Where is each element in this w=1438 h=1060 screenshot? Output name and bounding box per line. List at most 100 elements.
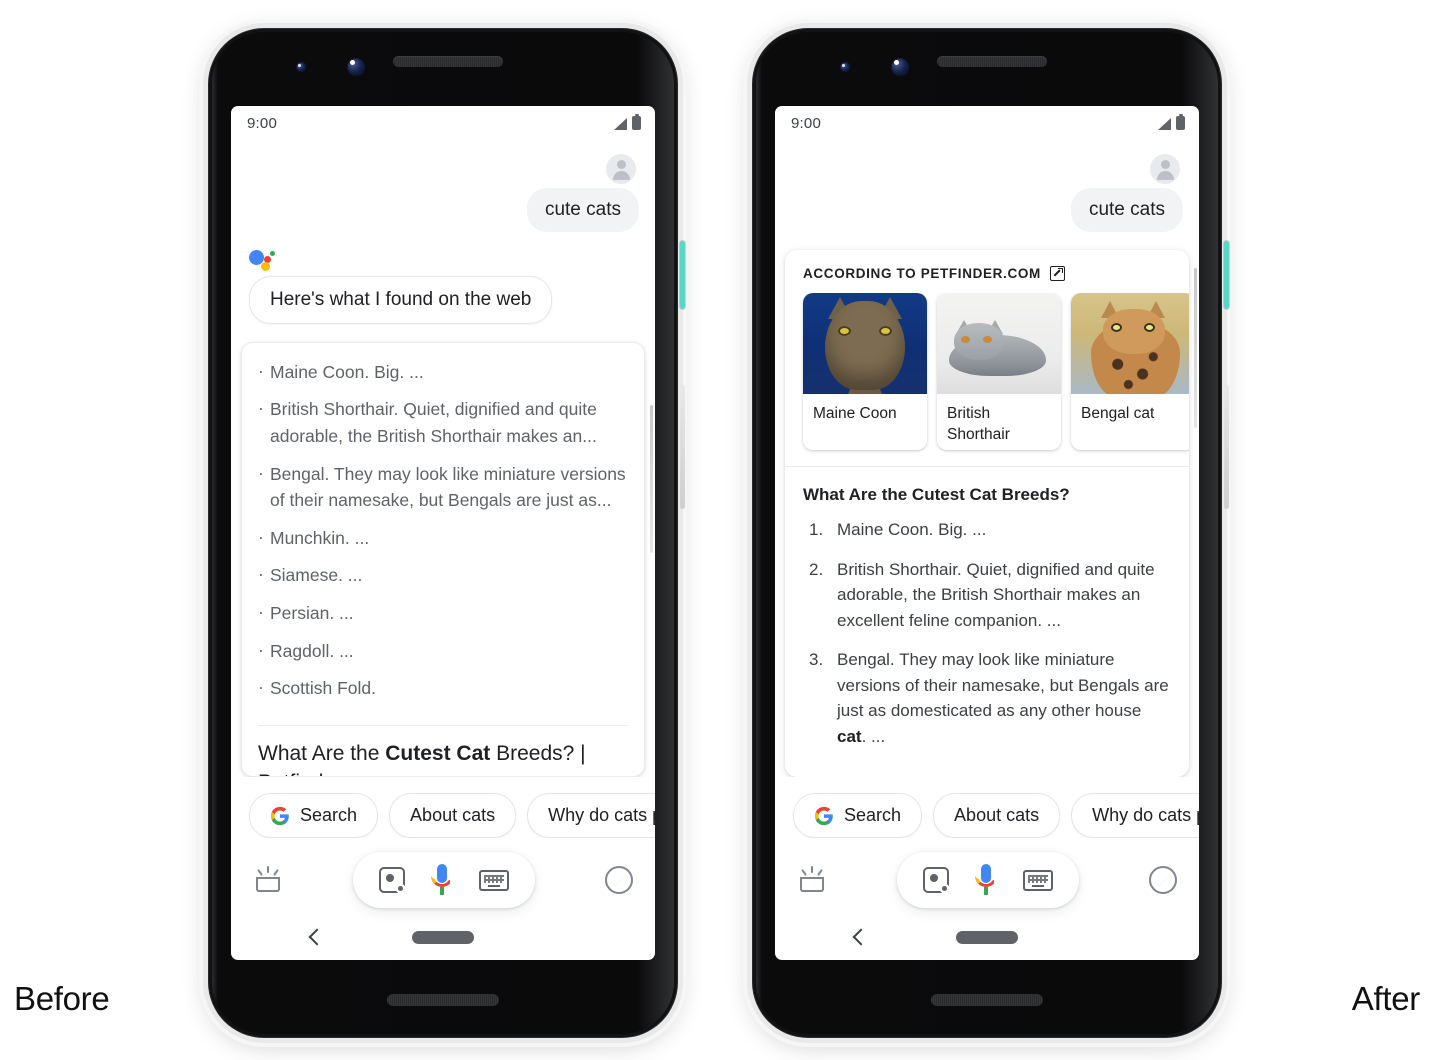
phone-top-bezel [752, 28, 1222, 106]
chip-label: Why do cats purr? [1092, 805, 1199, 825]
keyboard-icon[interactable] [1023, 869, 1053, 891]
answer-numbered-list: 1. Maine Coon. Big. ... 2. British Shortha… [803, 517, 1173, 749]
battery-icon [632, 114, 641, 130]
label-after: After [1351, 980, 1421, 1017]
user-query-row: cute cats [775, 140, 1199, 232]
list-item-highlight: cat [837, 726, 862, 746]
explore-compass-icon[interactable] [1149, 866, 1177, 894]
result-title-highlight: Cutest Cat [385, 741, 491, 765]
assistant-bottom-bar [231, 838, 655, 914]
front-camera-large-icon [891, 58, 910, 77]
breed-name: British Shorthair [947, 405, 1010, 443]
list-item-text: British Shorthair. Quiet, dignified and … [837, 559, 1155, 630]
answer-block: What Are the Cutest Cat Breeds? 1. Maine … [785, 467, 1189, 777]
list-item: Scottish Fold. [258, 674, 628, 702]
avatar-body-icon [1156, 171, 1174, 180]
user-query-row: cute cats [231, 140, 655, 232]
bottom-speaker-grille [387, 994, 499, 1006]
phone-after: 9:00 cute cats ACCORDING TO PETFINDER.CO… [752, 28, 1229, 1038]
breed-card-bengal-cat[interactable]: Bengal cat [1071, 292, 1189, 451]
front-camera-small-icon [296, 62, 307, 73]
earpiece-speaker [937, 56, 1047, 67]
web-result-card[interactable]: Maine Coon. Big. ... British Shorthair. … [241, 341, 645, 777]
list-item-text: Bengal. They may look like miniature ver… [837, 650, 1169, 720]
rich-answer-card[interactable]: ACCORDING TO PETFINDER.COM Maine Coon Br… [785, 249, 1189, 777]
suggestion-chips: Search About cats Why do cats purr? [775, 777, 1199, 838]
chip-label: About cats [954, 805, 1040, 825]
list-item: Siamese. ... [258, 561, 628, 589]
status-bar: 9:00 [231, 106, 655, 140]
battery-icon [1176, 114, 1185, 130]
scrollbar-thumb[interactable] [650, 405, 653, 553]
source-attribution[interactable]: ACCORDING TO PETFINDER.COM [785, 250, 1189, 293]
list-item: Ragdoll. ... [258, 637, 628, 665]
status-icons [1158, 114, 1185, 130]
breed-name: Maine Coon [813, 405, 897, 423]
avatar-body-icon [612, 171, 630, 180]
keep-inbox-icon[interactable] [797, 866, 827, 894]
assistant-reply-bubble: Here's what I found on the web [249, 275, 553, 324]
user-query-bubble: cute cats [1070, 188, 1183, 232]
list-item: 2. British Shorthair. Quiet, dignified an… [807, 557, 1173, 634]
avatar[interactable] [606, 154, 636, 184]
avatar[interactable] [1150, 154, 1180, 184]
keep-inbox-icon[interactable] [253, 866, 283, 894]
keyboard-icon[interactable] [479, 869, 509, 891]
scrollbar-thumb[interactable] [1194, 268, 1197, 428]
list-item-text-suffix: . ... [861, 726, 886, 746]
screen-after: 9:00 cute cats ACCORDING TO PETFINDER.CO… [775, 106, 1199, 960]
chip-search[interactable]: Search [793, 793, 923, 838]
home-pill-icon[interactable] [412, 930, 474, 944]
google-lens-icon[interactable] [379, 867, 405, 893]
chip-search[interactable]: Search [249, 793, 379, 838]
explore-compass-icon[interactable] [605, 866, 633, 894]
input-mode-pill [897, 852, 1079, 908]
list-item: 3. Bengal. They may look like miniature v… [807, 647, 1173, 749]
breed-card-maine-coon[interactable]: Maine Coon [803, 292, 927, 451]
bengal-cat-photo [1071, 292, 1189, 395]
chip-why-do-cats-purr[interactable]: Why do cats purr? [1071, 793, 1199, 838]
back-chevron-icon[interactable] [308, 928, 326, 946]
android-nav-bar [231, 914, 655, 960]
answer-heading: What Are the Cutest Cat Breeds? [803, 485, 1070, 504]
list-item: Maine Coon. Big. ... [258, 358, 628, 386]
status-time: 9:00 [247, 114, 277, 132]
breed-card-british-shorthair[interactable]: British Shorthair [937, 292, 1061, 451]
suggestion-chips: Search About cats Why do cats purr? [231, 777, 655, 838]
phone-before: 9:00 cute cats Here's what I found on th… [208, 28, 685, 1038]
google-lens-icon[interactable] [923, 867, 949, 893]
volume-button[interactable] [680, 385, 685, 509]
signal-triangle-icon [614, 118, 627, 130]
chip-label: Search [300, 805, 358, 825]
list-item: Bengal. They may look like miniature ver… [258, 460, 628, 514]
home-pill-icon[interactable] [956, 930, 1018, 944]
signal-triangle-icon [1158, 118, 1171, 130]
breed-bullet-list: Maine Coon. Big. ... British Shorthair. … [242, 343, 644, 723]
phone-top-bezel [208, 28, 678, 106]
assistant-bottom-bar [775, 838, 1199, 914]
input-mode-pill [353, 852, 535, 908]
back-chevron-icon[interactable] [852, 928, 870, 946]
power-button[interactable] [680, 241, 685, 309]
volume-button[interactable] [1224, 385, 1229, 509]
status-icons [614, 114, 641, 130]
chip-why-do-cats-purr[interactable]: Why do cats purr? [527, 793, 655, 838]
result-title[interactable]: What Are the Cutest Cat Breeds? | Petfin… [242, 726, 644, 776]
user-query-bubble: cute cats [526, 188, 639, 232]
google-assistant-icon [249, 248, 275, 271]
power-button[interactable] [1224, 241, 1229, 309]
conversation-area: cute cats ACCORDING TO PETFINDER.COM Mai… [775, 140, 1199, 777]
chip-label: Why do cats purr? [548, 805, 655, 825]
google-g-icon [270, 806, 289, 825]
result-title-prefix: What Are the [258, 741, 386, 765]
chip-about-cats[interactable]: About cats [389, 793, 517, 838]
chip-about-cats[interactable]: About cats [933, 793, 1061, 838]
label-before: Before [14, 980, 110, 1017]
list-item-number: 3. [809, 650, 824, 669]
microphone-icon[interactable] [975, 864, 997, 896]
external-link-icon[interactable] [1049, 265, 1065, 281]
front-camera-small-icon [840, 62, 851, 73]
screen-before: 9:00 cute cats Here's what I found on th… [231, 106, 655, 960]
microphone-icon[interactable] [431, 864, 453, 896]
breed-carousel[interactable]: Maine Coon British Shorthair Bengal cat [785, 292, 1189, 466]
